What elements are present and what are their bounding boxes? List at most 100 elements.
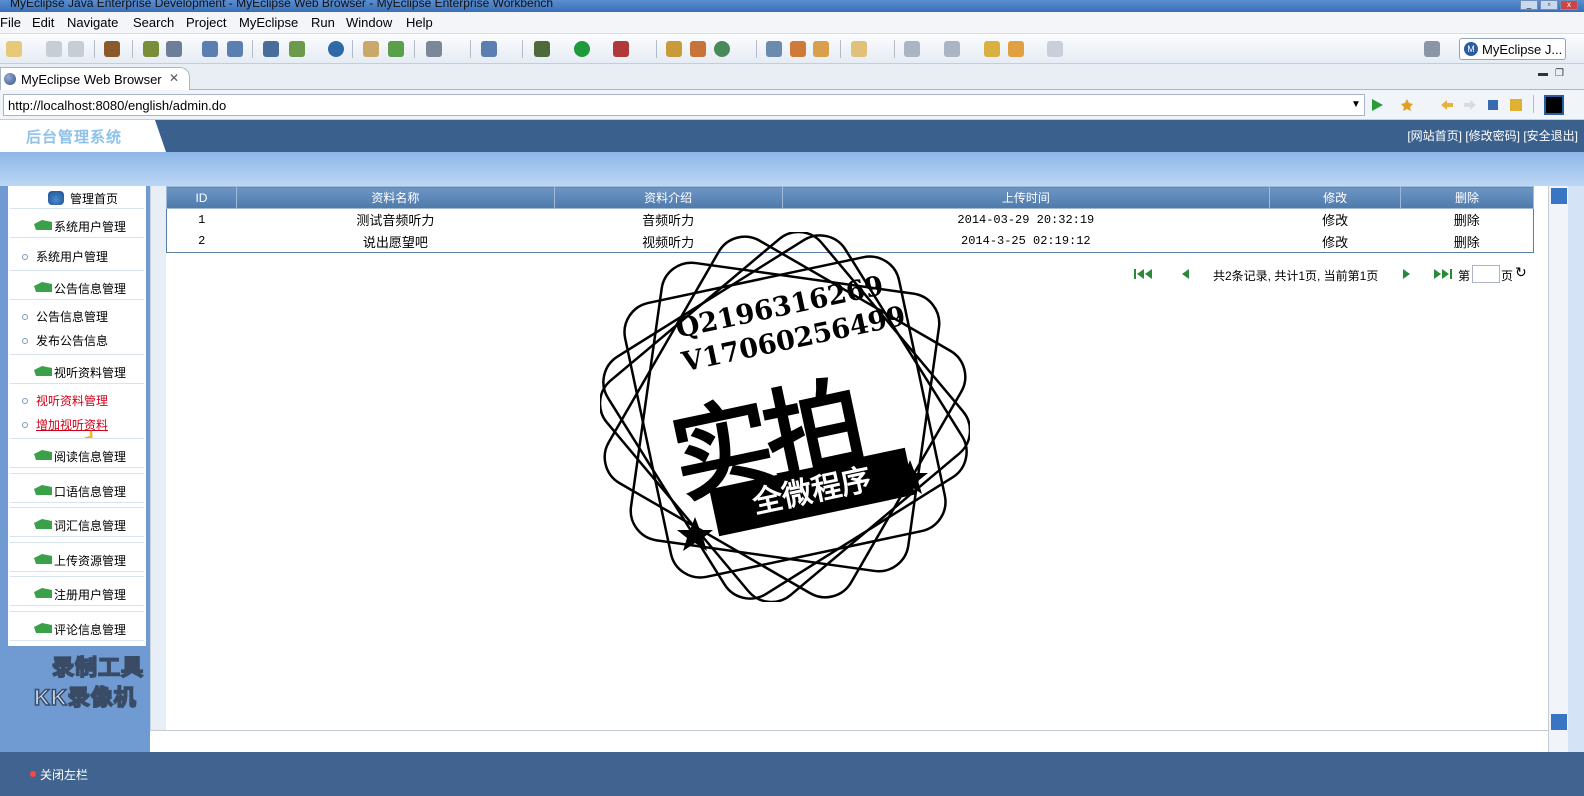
maximize-button[interactable]: ▫ [1540,0,1558,10]
open-task-icon[interactable] [790,41,806,57]
perspective-button[interactable]: M MyEclipse J... [1459,38,1566,60]
search-icon[interactable] [227,41,243,57]
stop-icon[interactable] [1486,98,1500,112]
debug-server-icon[interactable] [143,41,159,57]
sidebar-group-reading[interactable]: 阅读信息管理 [10,438,144,468]
vertical-scrollbar[interactable] [1548,186,1568,752]
database-icon[interactable] [263,41,279,57]
scroll-up-icon[interactable] [1551,188,1567,204]
first-page-icon[interactable] [1134,268,1154,280]
menu-run[interactable]: Run [311,15,335,30]
url-dropdown-icon[interactable]: ▼ [1346,94,1366,116]
minimize-button[interactable]: _ [1520,0,1538,10]
folder-green-icon [34,588,52,598]
menu-myeclipse[interactable]: MyEclipse [239,15,298,30]
globe-icon[interactable] [328,41,344,57]
tab-web-browser[interactable]: MyEclipse Web Browser ✕ [0,67,190,90]
new-web-icon[interactable] [714,41,730,57]
menu-search[interactable]: Search [133,15,174,30]
camera-icon[interactable] [426,41,442,57]
package-icon[interactable] [481,41,497,57]
sidebar-group-sysuser[interactable]: 系统用户管理 [10,208,144,238]
sidebar-item-publish-notice[interactable]: 发布公告信息 [22,332,108,349]
sidebar-group-upload[interactable]: 上传资源管理 [10,542,144,572]
menu-navigate[interactable]: Navigate [67,15,118,30]
sidebar-group-oral[interactable]: 口语信息管理 [10,473,144,503]
new-java-icon[interactable] [666,41,682,57]
last-page-icon[interactable] [1432,268,1452,280]
sidebar-group-notice[interactable]: 公告信息管理 [10,270,144,300]
page-input[interactable] [1472,265,1500,283]
edit-link[interactable]: 修改 [1270,209,1401,231]
go-icon[interactable] [1370,98,1384,112]
favorites-icon[interactable] [1400,98,1414,112]
save-icon[interactable] [46,41,62,57]
perspective-label: MyEclipse J... [1482,42,1563,57]
page-prefix: 第 [1458,269,1471,283]
cell-intro: 音频听力 [642,213,695,229]
delete-link[interactable]: 删除 [1401,231,1534,253]
open-perspective-icon[interactable] [1424,41,1440,57]
sidebar-splitter[interactable] [150,186,166,752]
menu-help[interactable]: Help [406,15,433,30]
bug-icon[interactable] [534,41,550,57]
browser-view-icon[interactable] [1544,95,1564,115]
go-page-icon[interactable]: ↻ [1515,264,1527,281]
close-sidebar-link[interactable]: 关闭左栏 [30,766,88,783]
menu-edit[interactable]: Edit [32,15,54,30]
external-tools-icon[interactable] [613,41,629,57]
refresh-page-icon[interactable] [1509,98,1523,112]
banner-links[interactable]: [网站首页] [修改密码] [安全退出] [1407,127,1578,144]
back-arrow-icon[interactable] [1440,98,1454,112]
table-row: 1 测试音频听力 音频听力 2014-03-29 20:32:19 修改 删除 [167,209,1534,231]
sidebar-group-register[interactable]: 注册用户管理 [10,576,144,606]
run-icon[interactable] [574,41,590,57]
sidebar-group-av[interactable]: 视听资料管理 [10,354,144,384]
search-files-icon[interactable] [851,41,867,57]
back-icon[interactable] [1008,41,1024,57]
menu-project[interactable]: Project [186,15,226,30]
open-type-icon[interactable] [766,41,782,57]
next-annotation-icon[interactable] [904,41,920,57]
new-class-icon[interactable] [690,41,706,57]
sidebar-item-notice[interactable]: 公告信息管理 [22,308,108,325]
forward-icon[interactable] [1047,41,1063,57]
watermark-tool-line1: 录制工具 [51,654,145,681]
watermark-tool-line2: KK录像机 [33,684,137,711]
deploy-icon[interactable] [104,41,120,57]
prev-page-icon[interactable] [1180,268,1190,280]
maximize-view-icon[interactable]: ❐ [1555,68,1564,79]
horizontal-scroll-area [150,730,1548,752]
close-button[interactable]: x [1560,0,1578,10]
close-tab-icon[interactable]: ✕ [169,71,179,85]
sidebar-group-comment[interactable]: 评论信息管理 [10,611,144,641]
next-page-icon[interactable] [1402,268,1412,280]
menu-file[interactable]: File [0,15,21,30]
window-titlebar: MyEclipse Java Enterprise Development - … [0,0,1584,12]
folder-green-icon [34,366,52,376]
export-icon[interactable] [289,41,305,57]
last-edit-icon[interactable] [984,41,1000,57]
print-icon[interactable] [68,41,84,57]
new-icon[interactable] [6,41,22,57]
folder-icon[interactable] [363,41,379,57]
url-input[interactable]: http://localhost:8080/english/admin.do [3,94,1365,116]
open-resource-icon[interactable] [813,41,829,57]
delete-link[interactable]: 删除 [1401,209,1534,231]
scroll-down-icon[interactable] [1551,714,1567,730]
sidebar-group-vocab[interactable]: 词汇信息管理 [10,507,144,537]
close-dot-icon [30,771,36,777]
logo: 后台管理系统 [0,120,166,152]
prev-annotation-icon[interactable] [944,41,960,57]
sidebar-item-sysuser[interactable]: 系统用户管理 [22,248,108,265]
refresh-icon[interactable] [388,41,404,57]
forward-arrow-icon[interactable] [1463,98,1477,112]
folder-green-icon [34,519,52,529]
sidebar-item-av-manage[interactable]: 视听资料管理 [22,392,108,409]
minimize-view-icon[interactable]: ▬ [1538,68,1548,79]
menu-window[interactable]: Window [346,15,392,30]
edit-link[interactable]: 修改 [1270,231,1401,253]
wizard-icon[interactable] [202,41,218,57]
server-icon[interactable] [166,41,182,57]
sidebar-home[interactable]: 管理首页 [48,190,118,207]
